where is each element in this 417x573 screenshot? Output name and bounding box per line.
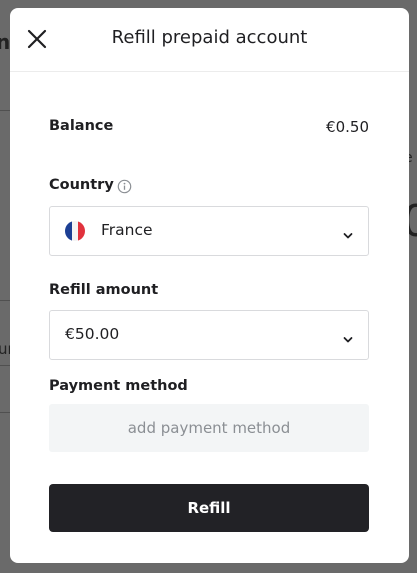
chevron-down-icon <box>342 330 354 343</box>
balance-row: Balance €0.50 <box>49 118 369 140</box>
refill-button[interactable]: Refill <box>49 484 369 532</box>
refill-amount-selected-value: €50.00 <box>65 325 120 343</box>
info-icon[interactable] <box>117 179 132 194</box>
chevron-down-icon <box>342 226 354 239</box>
background-divider <box>0 300 10 301</box>
modal-header: Refill prepaid account <box>10 8 409 72</box>
background-text-fragment: n <box>0 30 11 54</box>
refill-modal: Refill prepaid account Balance €0.50 Cou… <box>10 8 409 563</box>
background-divider <box>0 365 10 366</box>
add-payment-method-button[interactable]: add payment method <box>49 404 369 452</box>
balance-label: Balance <box>49 118 114 134</box>
payment-method-label: Payment method <box>49 378 188 394</box>
background-divider <box>0 110 10 111</box>
refill-amount-select[interactable]: €50.00 <box>49 310 369 360</box>
france-flag-icon <box>65 221 85 241</box>
country-label: Country <box>49 177 114 193</box>
modal-title: Refill prepaid account <box>111 27 308 48</box>
background-divider <box>0 412 10 413</box>
refill-amount-label: Refill amount <box>49 282 159 298</box>
country-select[interactable]: France <box>49 206 369 256</box>
balance-value: €0.50 <box>326 118 369 136</box>
country-selected-value: France <box>101 221 153 239</box>
